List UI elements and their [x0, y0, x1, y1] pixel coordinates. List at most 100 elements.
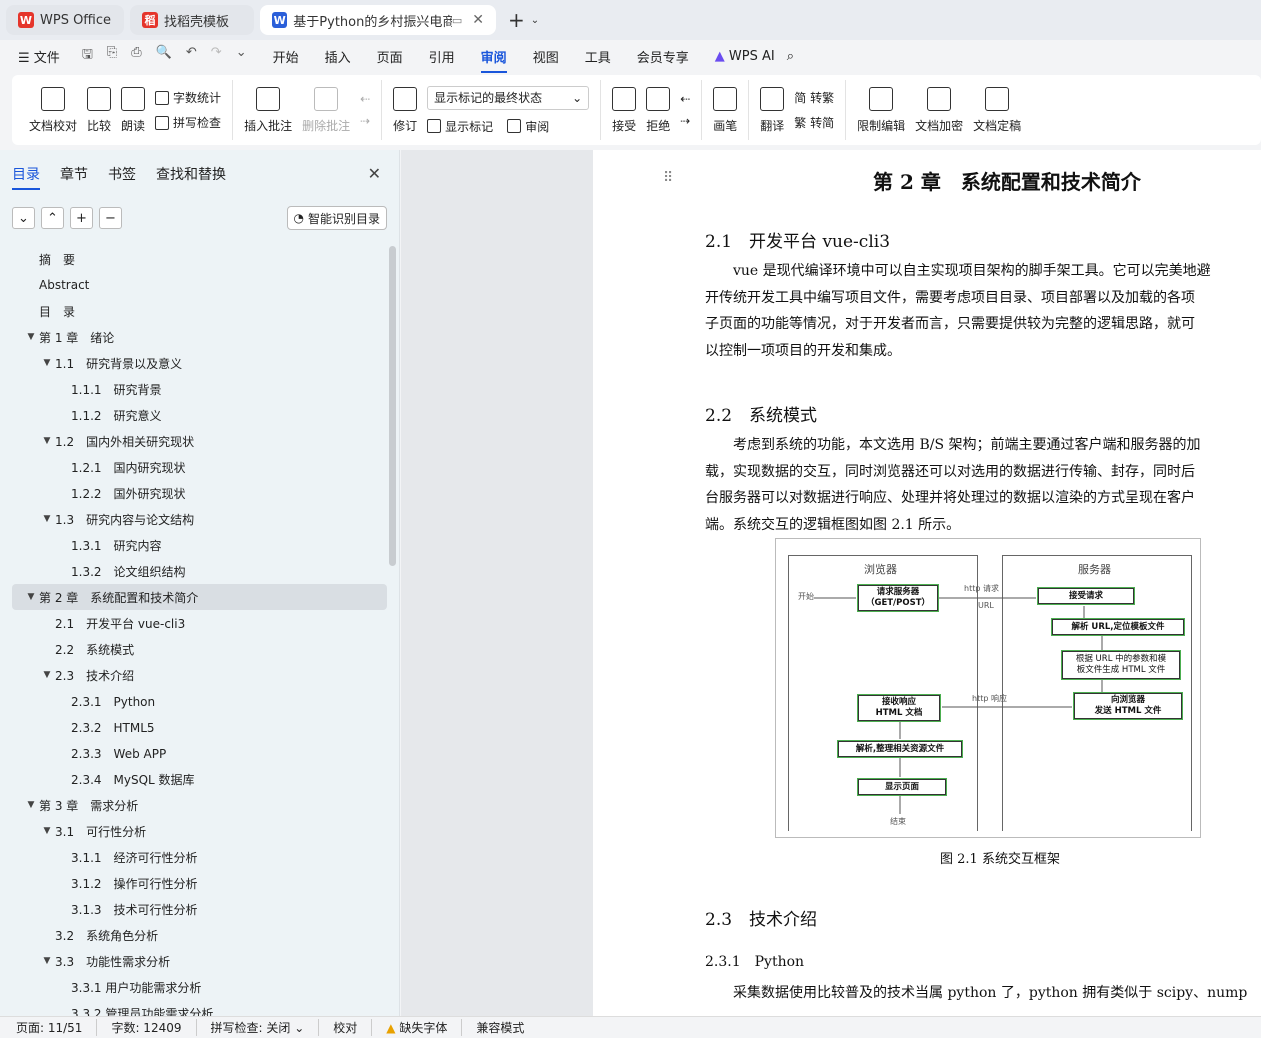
nav-tab-find-replace[interactable]: 查找和替换	[156, 164, 226, 190]
nav-tab-bookmarks[interactable]: 书签	[108, 164, 136, 190]
menu-reference[interactable]: 引用	[429, 47, 455, 66]
word-count-indicator[interactable]: 字数: 12409	[111, 1019, 197, 1036]
menu-tools[interactable]: 工具	[585, 47, 611, 66]
toc-item[interactable]: 2.3.2 HTML5	[12, 714, 387, 740]
toc-item[interactable]: Abstract	[12, 272, 387, 298]
toc-item[interactable]: ▼ 1.1 研究背景以及意义	[12, 350, 387, 376]
toc-item[interactable]: 3.1.1 经济可行性分析	[12, 844, 387, 870]
file-menu[interactable]: ☰ 文件	[18, 47, 60, 66]
toc-item[interactable]: 1.2.1 国内研究现状	[12, 454, 387, 480]
menu-view[interactable]: 视图	[533, 47, 559, 66]
nav-tab-chapters[interactable]: 章节	[60, 164, 88, 190]
toc-item[interactable]: ▼ 1.2 国内外相关研究现状	[12, 428, 387, 454]
remove-icon[interactable]: −	[99, 207, 122, 229]
toc-item[interactable]: 2.3.3 Web APP	[12, 740, 387, 766]
print-preview-icon[interactable]: 🔍	[156, 45, 172, 67]
toc-item[interactable]: 3.1.2 操作可行性分析	[12, 870, 387, 896]
insert-comment-button[interactable]: 插入批注	[239, 80, 297, 140]
expand-triangle-icon[interactable]: ▼	[40, 956, 54, 966]
toc-item[interactable]: 2.2 系统模式	[12, 636, 387, 662]
redo-icon[interactable]: ↷	[211, 45, 222, 67]
smart-toc-button[interactable]: ◔ 智能识别目录	[286, 206, 387, 230]
expand-triangle-icon[interactable]: ▼	[24, 332, 38, 342]
toc-scrollbar[interactable]	[389, 246, 396, 566]
more-icon[interactable]: ⌄	[236, 45, 247, 67]
toc-item[interactable]: 3.1.3 技术可行性分析	[12, 896, 387, 922]
toc-item[interactable]: ▼ 第 3 章 需求分析	[12, 792, 387, 818]
expand-triangle-icon[interactable]: ▼	[40, 670, 54, 680]
delete-comment-button[interactable]: 删除批注	[297, 80, 355, 140]
close-tab-icon[interactable]: ✕	[472, 12, 484, 28]
doc-check-button[interactable]: 文档校对	[24, 80, 82, 140]
next-comment-icon[interactable]: ⇢	[360, 114, 370, 128]
toc-item[interactable]: ▼ 2.3 技术介绍	[12, 662, 387, 688]
restrict-edit-button[interactable]: 限制编辑	[852, 80, 910, 140]
nav-tab-toc[interactable]: 目录	[12, 164, 40, 190]
pen-button[interactable]: 画笔	[708, 80, 742, 140]
menu-vip[interactable]: 会员专享	[637, 47, 689, 66]
menu-page[interactable]: 页面	[377, 47, 403, 66]
to-traditional-button[interactable]: 简 转繁	[794, 89, 834, 106]
toc-item[interactable]: 1.1.2 研究意义	[12, 402, 387, 428]
prev-change-icon[interactable]: ⇠	[680, 92, 690, 106]
toc-item[interactable]: 2.3.4 MySQL 数据库	[12, 766, 387, 792]
toc-item[interactable]: ▼ 第 1 章 绪论	[12, 324, 387, 350]
toc-item[interactable]: ▼ 第 2 章 系统配置和技术简介	[12, 584, 387, 610]
toc-item[interactable]: 摘 要	[12, 246, 387, 272]
read-aloud-button[interactable]: 朗读	[116, 80, 150, 140]
tab-current-document[interactable]: W 基于Python的乡村振兴电商号 ▭ ✕	[260, 5, 496, 35]
toc-item[interactable]: 3.3.1 用户功能需求分析	[12, 974, 387, 1000]
revise-button[interactable]: 修订	[388, 80, 422, 140]
collapse-icon[interactable]: ⌄	[12, 207, 35, 229]
menu-insert[interactable]: 插入	[325, 47, 351, 66]
toc-item[interactable]: 1.3.1 研究内容	[12, 532, 387, 558]
expand-triangle-icon[interactable]: ▼	[40, 826, 54, 836]
toc-item[interactable]: 2.3.1 Python	[12, 688, 387, 714]
expand-triangle-icon[interactable]: ▼	[24, 800, 38, 810]
tab-wps-office[interactable]: W WPS Office	[6, 5, 124, 35]
undo-icon[interactable]: ↶	[186, 45, 197, 67]
menu-review[interactable]: 审阅	[480, 47, 507, 73]
review-pane-button[interactable]: 审阅	[507, 118, 549, 135]
search-icon[interactable]: ⌕	[787, 49, 794, 64]
show-markup-button[interactable]: 显示标记	[427, 118, 493, 135]
toc-item[interactable]: ▼ 1.3 研究内容与论文结构	[12, 506, 387, 532]
toc-item[interactable]: 1.3.2 论文组织结构	[12, 558, 387, 584]
menu-start[interactable]: 开始	[273, 47, 299, 66]
spell-check-status[interactable]: 拼写检查: 关闭 ⌄	[211, 1019, 320, 1036]
toc-item[interactable]: 3.2 系统角色分析	[12, 922, 387, 948]
expand-icon[interactable]: ⌃	[41, 207, 64, 229]
wps-ai-button[interactable]: ▲ WPS AI	[715, 49, 775, 64]
toc-item[interactable]: 1.1.1 研究背景	[12, 376, 387, 402]
monitor-icon[interactable]: ▭	[452, 14, 462, 27]
compare-button[interactable]: 比较	[82, 80, 116, 140]
markup-select[interactable]: 显示标记的最终状态 ⌄	[427, 85, 590, 110]
spell-check-button[interactable]: 拼写检查	[155, 114, 221, 131]
expand-triangle-icon[interactable]: ▼	[40, 358, 54, 368]
reject-button[interactable]: 拒绝	[641, 80, 675, 140]
expand-triangle-icon[interactable]: ▼	[24, 592, 38, 602]
doc-encrypt-button[interactable]: 文档加密	[910, 80, 968, 140]
tab-docer[interactable]: 稻 找稻壳模板	[130, 5, 254, 35]
toc-item[interactable]: ▼ 3.3 功能性需求分析	[12, 948, 387, 974]
expand-triangle-icon[interactable]: ▼	[40, 514, 54, 524]
toc-item[interactable]: 1.2.2 国外研究现状	[12, 480, 387, 506]
missing-font-status[interactable]: ▲ 缺失字体	[386, 1019, 463, 1036]
accept-button[interactable]: 接受	[607, 80, 641, 140]
drag-handle-icon[interactable]: ⠿	[663, 170, 673, 186]
chevron-down-icon[interactable]: ⌄	[531, 15, 539, 26]
toc-item[interactable]: 2.1 开发平台 vue-cli3	[12, 610, 387, 636]
export-icon[interactable]: ⎘	[107, 45, 117, 67]
expand-triangle-icon[interactable]: ▼	[40, 436, 54, 446]
close-icon[interactable]: ✕	[368, 164, 381, 183]
print-icon[interactable]: ⎙	[131, 45, 141, 67]
new-tab-icon[interactable]: +	[508, 8, 525, 32]
save-icon[interactable]: 🖫	[82, 45, 93, 67]
to-simplified-button[interactable]: 繁 转简	[794, 114, 834, 131]
page-indicator[interactable]: 页面: 11/51	[16, 1019, 98, 1036]
add-icon[interactable]: +	[70, 207, 93, 229]
prev-comment-icon[interactable]: ⇠	[360, 92, 370, 106]
toc-item[interactable]: 目 录	[12, 298, 387, 324]
translate-button[interactable]: 翻译	[755, 80, 789, 140]
proof-status[interactable]: 校对	[333, 1019, 373, 1036]
